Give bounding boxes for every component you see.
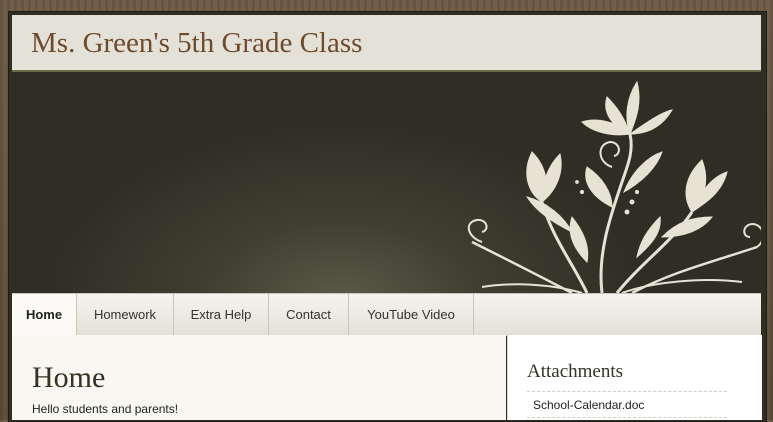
nav-home[interactable]: Home: [12, 294, 77, 335]
nav-youtube-video[interactable]: YouTube Video: [349, 294, 474, 335]
main-nav: Home Homework Extra Help Contact YouTube…: [12, 293, 761, 336]
nav-extra-help[interactable]: Extra Help: [174, 294, 269, 335]
site-header: Ms. Green's 5th Grade Class: [12, 15, 761, 72]
divider: [527, 391, 727, 392]
page-title: Home: [32, 361, 106, 394]
intro-text: Hello students and parents!: [32, 402, 179, 416]
sidebar: Attachments School-Calendar.doc: [507, 335, 762, 420]
header-banner: [12, 72, 761, 293]
nav-homework[interactable]: Homework: [77, 294, 174, 335]
attachment-link[interactable]: School-Calendar.doc: [533, 398, 644, 412]
site-title[interactable]: Ms. Green's 5th Grade Class: [31, 27, 362, 60]
attachments-title: Attachments: [527, 361, 624, 382]
nav-contact[interactable]: Contact: [269, 294, 349, 335]
main-content: Home Hello students and parents!: [12, 335, 506, 420]
divider: [527, 417, 727, 418]
floral-ornament-icon: [467, 80, 761, 293]
